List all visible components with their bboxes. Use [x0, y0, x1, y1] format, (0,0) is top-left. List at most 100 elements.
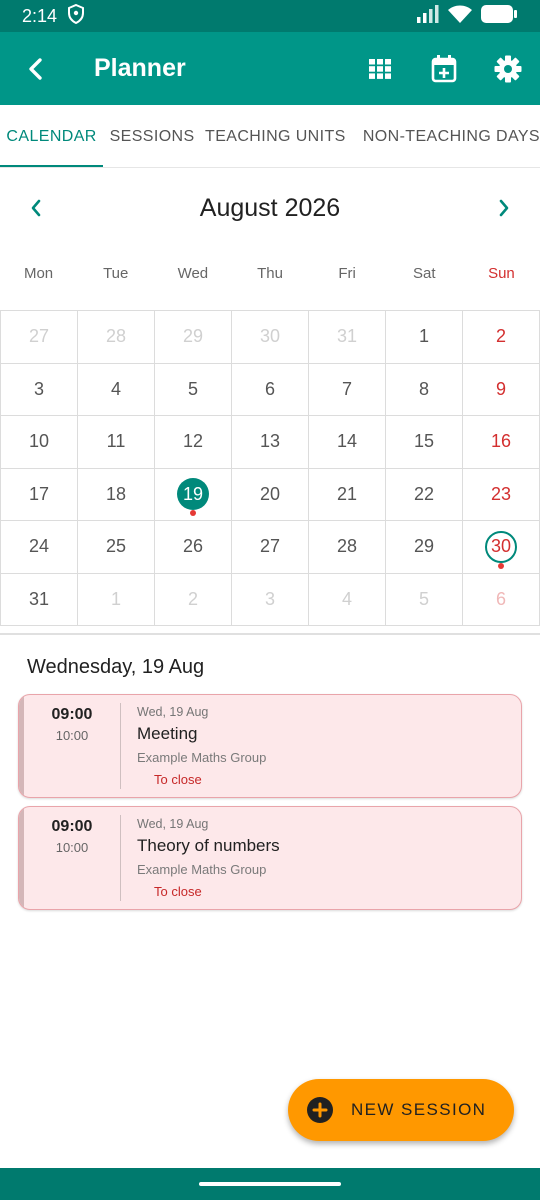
next-month-button[interactable] [468, 180, 540, 236]
grid-view-button[interactable] [348, 32, 412, 105]
calendar-day-cell[interactable]: 20 [232, 468, 309, 521]
calendar-grid: 27 28 29 30 31 1 2 3 4 5 6 7 8 9 10 11 12 13 14 15 16 17 18 19 2… [0, 310, 540, 626]
day-number: 28 [336, 536, 358, 557]
calendar-day-cell[interactable]: 10 [1, 416, 78, 469]
month-title: August 2026 [199, 193, 341, 222]
calendar-day-cell[interactable]: 1 [78, 573, 155, 626]
shield-icon [67, 3, 85, 29]
calendar-day-cell[interactable]: 11 [78, 416, 155, 469]
settings-button[interactable] [476, 32, 540, 105]
calendar-day-cell[interactable]: 4 [78, 363, 155, 416]
session-info: Wed, 19 Aug Meeting Example Maths Group … [119, 695, 513, 797]
home-gesture-handle[interactable] [199, 1182, 341, 1186]
calendar-day-cell[interactable]: 6 [463, 573, 540, 626]
calendar-day-cell[interactable]: 21 [309, 468, 386, 521]
day-number: 1 [418, 326, 429, 347]
calendar-day-cell[interactable]: 16 [463, 416, 540, 469]
day-number: 6 [264, 378, 275, 399]
session-end-time: 10:00 [55, 728, 89, 743]
calendar-day-cell[interactable]: 14 [309, 416, 386, 469]
app-bar: Planner [0, 32, 540, 105]
calendar-day-cell[interactable]: 29 [155, 311, 232, 364]
calendar-day-cell[interactable]: 2 [155, 573, 232, 626]
calendar-day-cell[interactable]: 1 [386, 311, 463, 364]
day-number: 22 [413, 483, 435, 504]
session-time: 09:00 10:00 [24, 807, 120, 909]
calendar-day-cell[interactable]: 13 [232, 416, 309, 469]
calendar-day-cell[interactable]: 5 [386, 573, 463, 626]
day-number: 12 [182, 431, 204, 452]
calendar-day-cell[interactable]: 3 [232, 573, 309, 626]
day-number: 30 [485, 530, 517, 563]
weekday-label: Sat [413, 265, 436, 282]
weekday-label: Sun [488, 265, 515, 282]
calendar-day-cell[interactable]: 15 [386, 416, 463, 469]
calendar-day-cell[interactable]: 28 [78, 311, 155, 364]
session-card[interactable]: 09:00 10:00 Wed, 19 Aug Theory of number… [18, 806, 522, 910]
add-calendar-event-button[interactable] [412, 32, 476, 105]
calendar-day-cell[interactable]: 23 [463, 468, 540, 521]
tab-label: SESSIONS [109, 127, 195, 145]
tab-sessions[interactable]: SESSIONS [103, 105, 201, 167]
day-number: 5 [187, 378, 198, 399]
day-number: 10 [28, 431, 50, 452]
tab-teaching-units[interactable]: TEACHING UNITS [201, 105, 350, 167]
calendar-day-cell[interactable]: 19 [155, 468, 232, 521]
calendar-day-cell[interactable]: 26 [155, 521, 232, 574]
calendar-day-cell[interactable]: 9 [463, 363, 540, 416]
weekday-label: Fri [338, 265, 356, 282]
day-number: 29 [413, 536, 435, 557]
day-number: 4 [110, 378, 121, 399]
day-number: 24 [28, 536, 50, 557]
day-number: 2 [495, 326, 506, 347]
calendar-day-cell[interactable]: 29 [386, 521, 463, 574]
status-time: 2:14 [22, 5, 58, 26]
calendar-day-cell[interactable]: 24 [1, 521, 78, 574]
previous-month-button[interactable] [0, 180, 72, 236]
calendar-day-cell[interactable]: 30 [463, 521, 540, 574]
calendar-day-cell[interactable]: 30 [232, 311, 309, 364]
calendar-day-cell[interactable]: 18 [78, 468, 155, 521]
calendar-day-cell[interactable]: 5 [155, 363, 232, 416]
day-number: 21 [336, 483, 358, 504]
status-bar: 2:14 [0, 0, 540, 32]
add-circle-icon [307, 1097, 333, 1123]
day-number: 27 [259, 536, 281, 557]
calendar-day-cell[interactable]: 25 [78, 521, 155, 574]
day-number: 7 [341, 378, 352, 399]
back-arrow-icon [29, 57, 42, 80]
calendar-day-cell[interactable]: 27 [1, 311, 78, 364]
day-number: 19 [177, 478, 209, 511]
session-card[interactable]: 09:00 10:00 Wed, 19 Aug Meeting Example … [18, 694, 522, 798]
session-status: To close [154, 884, 202, 899]
day-number: 15 [413, 431, 435, 452]
calendar-day-cell[interactable]: 3 [1, 363, 78, 416]
session-title: Meeting [137, 724, 198, 743]
calendar-day-cell[interactable]: 31 [1, 573, 78, 626]
calendar-day-cell[interactable]: 4 [309, 573, 386, 626]
session-status: To close [154, 772, 202, 787]
weekday-label: Thu [257, 265, 283, 282]
day-number: 3 [264, 588, 275, 609]
tab-non-teaching-days[interactable]: NON-TEACHING DAYS [350, 105, 540, 167]
tab-bar: CALENDAR SESSIONS TEACHING UNITS NON-TEA… [0, 105, 540, 168]
calendar-day-cell[interactable]: 31 [309, 311, 386, 364]
calendar-day-cell[interactable]: 28 [309, 521, 386, 574]
calendar-day-cell[interactable]: 8 [386, 363, 463, 416]
new-session-button[interactable]: NEW SESSION [288, 1079, 514, 1141]
calendar-day-cell[interactable]: 2 [463, 311, 540, 364]
back-button[interactable] [0, 32, 72, 105]
day-number: 3 [33, 378, 44, 399]
calendar-day-cell[interactable]: 12 [155, 416, 232, 469]
calendar-day-cell[interactable]: 22 [386, 468, 463, 521]
tab-calendar[interactable]: CALENDAR [0, 105, 104, 167]
calendar-day-cell[interactable]: 17 [1, 468, 78, 521]
day-number: 6 [495, 588, 506, 609]
calendar-day-cell[interactable]: 27 [232, 521, 309, 574]
calendar-day-cell[interactable]: 7 [309, 363, 386, 416]
gear-icon [494, 55, 522, 82]
day-number: 26 [182, 536, 204, 557]
calendar-day-cell[interactable]: 6 [232, 363, 309, 416]
planner-screen: 2:14 Planner CALENDAR SESSIONS TEACHING … [0, 0, 540, 1200]
navigation-bar [0, 1168, 540, 1200]
